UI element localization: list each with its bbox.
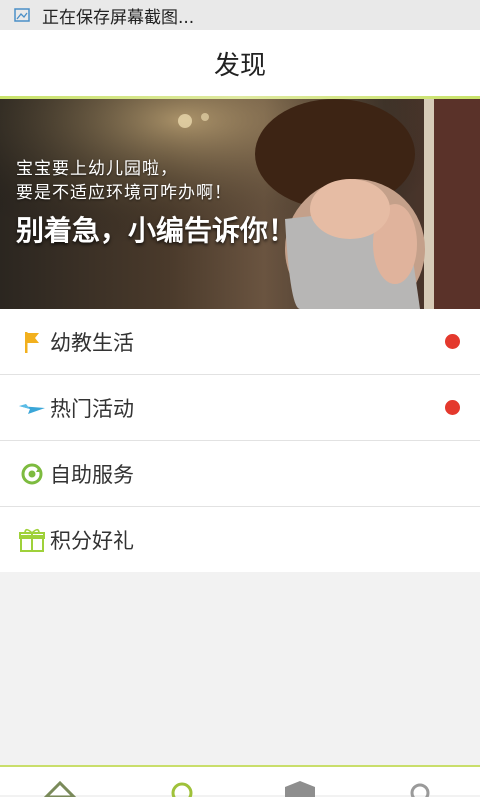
page-header: 发现 xyxy=(0,30,480,96)
menu-item-self-service[interactable]: 自助服务 xyxy=(0,441,480,507)
plane-icon xyxy=(18,394,46,422)
banner-photo xyxy=(0,99,480,309)
discover-tab-icon[interactable] xyxy=(165,777,199,797)
banner-text-line1: 宝宝要上幼儿园啦， xyxy=(16,159,178,179)
discover-menu: 幼教生活 热门活动 自助服务 积分好礼 xyxy=(0,309,480,572)
banner-headline: 别着急，小编告诉你！ xyxy=(16,214,297,247)
banner-text-line2: 要是不适应环境可咋办啊！ xyxy=(16,183,232,203)
page-title: 发现 xyxy=(213,50,266,81)
screenshot-icon xyxy=(14,8,30,22)
menu-item-kindergarten-life[interactable]: 幼教生活 xyxy=(0,309,480,375)
promo-banner[interactable]: 宝宝要上幼儿园啦， 要是不适应环境可咋办啊！ 别着急，小编告诉你！ xyxy=(0,99,480,309)
menu-item-points-gifts[interactable]: 积分好礼 xyxy=(0,507,480,572)
bottom-tab-bar xyxy=(0,765,480,797)
profile-tab-icon[interactable] xyxy=(403,777,437,797)
notification-badge xyxy=(445,334,460,349)
status-bar: 正在保存屏幕截图... xyxy=(0,0,480,30)
notification-badge xyxy=(445,400,460,415)
menu-item-label: 积分好礼 xyxy=(50,528,134,553)
menu-item-label: 热门活动 xyxy=(50,396,134,421)
refresh-coin-icon xyxy=(18,460,46,488)
flag-icon xyxy=(18,328,46,356)
status-text: 正在保存屏幕截图... xyxy=(42,7,195,28)
menu-item-label: 幼教生活 xyxy=(50,330,134,355)
menu-item-label: 自助服务 xyxy=(50,462,134,487)
menu-item-hot-events[interactable]: 热门活动 xyxy=(0,375,480,441)
message-tab-icon[interactable] xyxy=(283,777,317,797)
home-tab-icon[interactable] xyxy=(43,777,77,797)
gift-icon xyxy=(18,526,46,554)
